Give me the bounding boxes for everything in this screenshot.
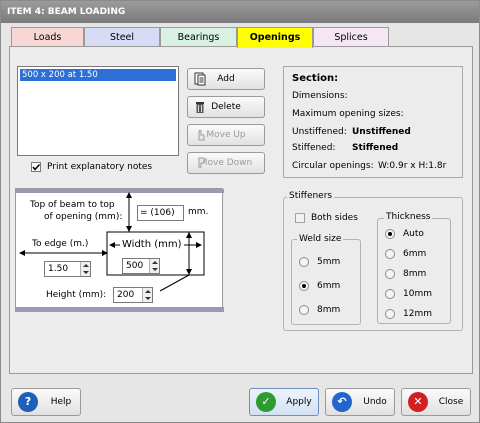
weld-6mm-radio[interactable] [299, 281, 309, 291]
to-edge-value: 1.50 [48, 264, 69, 274]
opening-diagram: Top of beam to top of opening (mm): = (1… [15, 188, 224, 312]
add-button[interactable]: Add [187, 68, 265, 90]
delete-button-label: Delete [211, 102, 241, 112]
tab-openings[interactable]: Openings [237, 27, 313, 48]
top-label-line-1: Top of beam to top [30, 200, 115, 210]
tab-bearings[interactable]: Bearings [160, 27, 237, 47]
stiffened-value: Stiffened [352, 143, 399, 153]
hand-pointer-up-icon [198, 129, 205, 141]
max-opening-label: Maximum opening sizes: [292, 109, 404, 119]
weld-6mm-label: 6mm [317, 281, 341, 291]
trash-icon [196, 102, 204, 113]
print-notes-checkbox[interactable] [31, 162, 41, 172]
weld-5mm-radio[interactable] [299, 257, 309, 267]
thickness-auto-radio[interactable] [385, 229, 395, 239]
weld-8mm-label: 8mm [317, 305, 341, 315]
help-button-label: Help [50, 397, 72, 407]
width-label: Width (mm) [120, 239, 184, 250]
top-unit-label: mm. [188, 207, 209, 217]
hand-pointer-down-icon [198, 157, 205, 169]
weld-8mm-radio[interactable] [299, 305, 309, 315]
unstiffened-label: Unstiffened: [292, 127, 347, 137]
dimensions-label: Dimensions: [292, 91, 348, 101]
both-sides-label: Both sides [311, 213, 358, 223]
window-title: ITEM 4: BEAM LOADING [1, 1, 479, 23]
apply-button[interactable]: ✓ Apply [249, 388, 319, 416]
height-stepper[interactable]: 200 [113, 287, 153, 303]
height-value: 200 [117, 290, 135, 300]
section-info-box: Section: Dimensions: Maximum opening siz… [283, 66, 463, 178]
spin-arrows-icon[interactable] [142, 288, 152, 302]
tab-splices[interactable]: Splices [313, 27, 389, 47]
beam-loading-window: ITEM 4: BEAM LOADING Loads Steel Bearing… [0, 0, 480, 423]
list-item[interactable]: 500 x 200 at 1.50 [20, 69, 176, 81]
both-sides-checkbox[interactable] [295, 213, 305, 223]
top-label-line-2: of opening (mm): [44, 212, 123, 222]
checkmark-icon: ✓ [256, 392, 276, 412]
stiffeners-title: Stiffeners [287, 191, 335, 201]
thickness-8mm-radio[interactable] [385, 269, 395, 279]
thickness-10mm-label: 10mm [403, 289, 432, 299]
thickness-8mm-label: 8mm [403, 269, 427, 279]
delete-button[interactable]: Delete [187, 96, 265, 118]
width-stepper[interactable]: 500 [122, 258, 160, 274]
stiffened-label: Stiffened: [292, 143, 336, 153]
tab-loads[interactable]: Loads [11, 27, 84, 47]
move-down-button-label: Move Down [199, 158, 253, 168]
thickness-title: Thickness [384, 212, 433, 222]
thickness-6mm-label: 6mm [403, 249, 427, 259]
height-label: Height (mm): [46, 290, 107, 300]
weld-size-title: Weld size [297, 234, 344, 244]
to-edge-stepper[interactable]: 1.50 [44, 261, 91, 277]
to-edge-label: To edge (m.) [32, 239, 89, 249]
spin-arrows-icon[interactable] [80, 262, 90, 276]
move-up-button[interactable]: Move Up [187, 124, 265, 146]
move-down-button[interactable]: Move Down [187, 152, 265, 174]
width-value: 500 [126, 261, 144, 271]
top-of-opening-field[interactable]: = (106) [137, 205, 184, 221]
undo-icon: ↶ [332, 392, 352, 412]
weld-5mm-label: 5mm [317, 257, 341, 267]
thickness-auto-label: Auto [403, 229, 424, 239]
add-button-label: Add [217, 74, 235, 84]
thickness-6mm-radio[interactable] [385, 249, 395, 259]
thickness-10mm-radio[interactable] [385, 289, 395, 299]
close-icon: ✕ [408, 392, 428, 412]
unstiffened-value: Unstiffened [352, 127, 411, 137]
section-heading: Section: [292, 73, 339, 84]
openings-list[interactable]: 500 x 200 at 1.50 [17, 66, 179, 156]
close-button-label: Close [438, 397, 464, 407]
circular-label: Circular openings: [292, 161, 374, 171]
help-icon: ? [18, 392, 38, 412]
circular-value: W:0.9r x H:1.8r [378, 161, 447, 171]
move-up-button-label: Move Up [206, 130, 246, 140]
checkmark-icon [32, 163, 41, 171]
spin-arrows-icon[interactable] [149, 259, 159, 273]
add-document-icon [194, 72, 206, 86]
undo-button-label: Undo [363, 397, 387, 407]
tab-steel[interactable]: Steel [84, 27, 160, 47]
apply-button-label: Apply [286, 397, 312, 407]
print-notes-label: Print explanatory notes [47, 162, 153, 172]
close-button[interactable]: ✕ Close [401, 388, 471, 416]
help-button[interactable]: ? Help [11, 388, 81, 416]
thickness-12mm-label: 12mm [403, 309, 432, 319]
thickness-12mm-radio[interactable] [385, 309, 395, 319]
undo-button[interactable]: ↶ Undo [325, 388, 395, 416]
